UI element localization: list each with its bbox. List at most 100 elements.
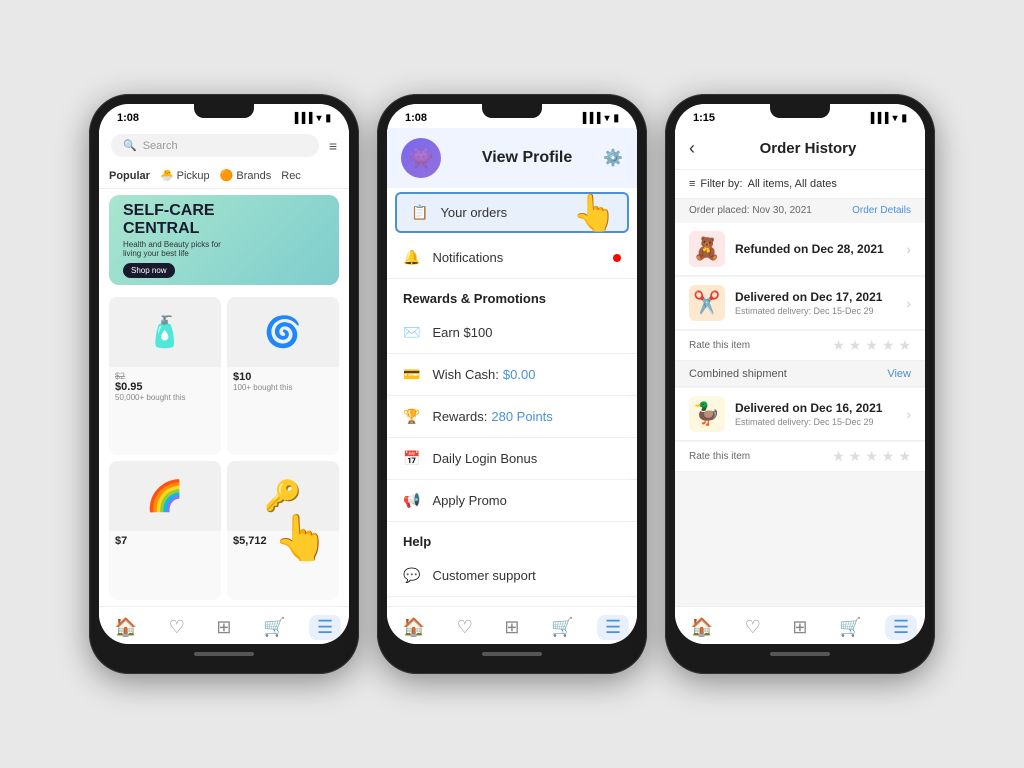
p3-main-content: ‹ Order History ≡ Filter by: All items, …	[675, 128, 925, 606]
cat-brands-icon: 🟠	[220, 169, 234, 182]
order-date-1: Order placed: Nov 30, 2021 Order Details	[675, 199, 925, 222]
login-bonus-icon: 📅	[403, 450, 420, 467]
nav-home-2[interactable]: 🏠	[395, 615, 433, 640]
wifi-icon-3: ▾	[892, 113, 897, 124]
nav-menu-2[interactable]: ☰	[597, 615, 629, 640]
nav-wishlist-2[interactable]: ♡	[449, 615, 481, 640]
nav-categories-1[interactable]: ⊞	[208, 615, 239, 640]
menu-item-faq[interactable]: ❓ Frequently asked questions	[387, 597, 637, 606]
orders-label: Your orders	[440, 205, 507, 220]
star-2-5[interactable]: ★	[898, 448, 911, 465]
filter-value[interactable]: All items, All dates	[748, 178, 837, 190]
cat-pickup[interactable]: 🐣 Pickup	[160, 169, 210, 182]
order-item-refunded[interactable]: 🧸 Refunded on Dec 28, 2021 ›	[675, 223, 925, 276]
order-item-dec16[interactable]: 🦆 Delivered on Dec 16, 2021 Estimated de…	[675, 388, 925, 441]
rate-label-2: Rate this item	[689, 451, 750, 462]
combined-view-link[interactable]: View	[887, 368, 911, 380]
menu-item-earn[interactable]: ✉️ Earn $100	[387, 312, 637, 354]
star-2-3[interactable]: ★	[865, 448, 878, 465]
nav-home-3[interactable]: 🏠	[683, 615, 721, 640]
help-section-title: Help	[387, 522, 637, 555]
support-icon: 💬	[403, 567, 420, 584]
menu-item-orders[interactable]: 📋 Your orders 👆	[395, 192, 629, 233]
search-input[interactable]: 🔍 Search	[111, 134, 319, 157]
cat-popular[interactable]: Popular	[109, 169, 150, 182]
filter-icon[interactable]: ≡	[329, 138, 337, 154]
combined-shipment-bar: Combined shipment View	[675, 362, 925, 387]
product-3-info: $7	[109, 531, 221, 551]
time-3: 1:15	[693, 112, 715, 124]
notifications-icon: 🔔	[403, 249, 420, 266]
nav-cart-3[interactable]: 🛒	[831, 615, 869, 640]
p1-main-content: 🔍 Search ≡ Popular 🐣 Pickup 🟠	[99, 128, 349, 606]
products-grid: 🧴 $2 $0.95 50,000+ bought this 🌀 $10 100…	[99, 291, 349, 606]
promo-banner[interactable]: SELF-CARECENTRAL Health and Beauty picks…	[109, 195, 339, 285]
nav-menu-1[interactable]: ☰	[309, 615, 341, 640]
cat-brands[interactable]: 🟠 Brands	[220, 169, 272, 182]
nav-menu-3[interactable]: ☰	[885, 615, 917, 640]
view-profile-label[interactable]: View Profile	[482, 149, 572, 167]
page-title: Order History	[705, 140, 911, 157]
menu-item-support[interactable]: 💬 Customer support	[387, 555, 637, 597]
gear-icon[interactable]: ⚙️	[603, 148, 623, 168]
notch-3	[770, 104, 830, 118]
search-icon: 🔍	[123, 139, 137, 152]
menu-item-login-bonus[interactable]: 📅 Daily Login Bonus	[387, 438, 637, 480]
chevron-1: ›	[906, 241, 911, 257]
profile-menu: 📋 Your orders 👆 🔔 Notifications Rewards …	[387, 188, 637, 606]
wifi-icon-2: ▾	[604, 113, 609, 124]
nav-cart-1[interactable]: 🛒	[255, 615, 293, 640]
nav-categories-3[interactable]: ⊞	[784, 615, 815, 640]
shop-now-button[interactable]: Shop now	[123, 263, 175, 278]
order-item-dec17[interactable]: ✂️ Delivered on Dec 17, 2021 Estimated d…	[675, 277, 925, 330]
phone-2: 1:08 ▐▐▐ ▾ ▮ 👾 View Profile ⚙️	[377, 94, 647, 674]
cat-rec[interactable]: Rec	[281, 169, 301, 182]
product-4-image: 🔑	[227, 461, 339, 531]
promo-label: Apply Promo	[432, 493, 506, 508]
menu-item-promo[interactable]: 📢 Apply Promo	[387, 480, 637, 522]
menu-item-rewards[interactable]: 🏆 Rewards: 280 Points	[387, 396, 637, 438]
search-bar: 🔍 Search ≡	[99, 128, 349, 163]
star-2-1[interactable]: ★	[832, 448, 845, 465]
avatar: 👾	[401, 138, 441, 178]
chevron-3: ›	[906, 406, 911, 422]
star-2-2[interactable]: ★	[849, 448, 862, 465]
search-placeholder: Search	[143, 140, 178, 152]
star-1-2[interactable]: ★	[849, 337, 862, 354]
product-1[interactable]: 🧴 $2 $0.95 50,000+ bought this	[109, 297, 221, 455]
product-4[interactable]: 🔑 $5,712	[227, 461, 339, 600]
order-details-link-1[interactable]: Order Details	[852, 205, 911, 216]
menu-item-notifications[interactable]: 🔔 Notifications	[387, 237, 637, 279]
cat-popular-label: Popular	[109, 170, 150, 182]
nav-wishlist-3[interactable]: ♡	[737, 615, 769, 640]
star-1-3[interactable]: ★	[865, 337, 878, 354]
bottom-nav-2: 🏠 ♡ ⊞ 🛒 ☰	[387, 606, 637, 644]
product-2[interactable]: 🌀 $10 100+ bought this	[227, 297, 339, 455]
order-est-2: Estimated delivery: Dec 15-Dec 29	[735, 306, 896, 316]
order-info-1: Refunded on Dec 28, 2021	[735, 242, 896, 256]
product-3[interactable]: 🌈 $7	[109, 461, 221, 600]
signal-icon-2: ▐▐▐	[579, 113, 600, 124]
nav-cart-2[interactable]: 🛒	[543, 615, 581, 640]
product-1-price: $0.95	[115, 381, 215, 393]
star-1-4[interactable]: ★	[882, 337, 895, 354]
phone-1: 1:08 ▐▐▐ ▾ ▮ 🔍 Search ≡	[89, 94, 359, 674]
star-1-5[interactable]: ★	[898, 337, 911, 354]
order-placed-1: Order placed: Nov 30, 2021	[689, 205, 812, 216]
nav-wishlist-1[interactable]: ♡	[161, 615, 193, 640]
star-1-1[interactable]: ★	[832, 337, 845, 354]
product-1-image: 🧴	[109, 297, 221, 367]
promo-icon: 📢	[403, 492, 420, 509]
banner-subtitle: Health and Beauty picks forliving your b…	[123, 240, 325, 258]
menu-item-wishcash[interactable]: 💳 Wish Cash: $0.00	[387, 354, 637, 396]
product-3-image: 🌈	[109, 461, 221, 531]
phone-3: 1:15 ▐▐▐ ▾ ▮ ‹ Order History ≡ Filter by…	[665, 94, 935, 674]
nav-home-1[interactable]: 🏠	[107, 615, 145, 640]
chevron-2: ›	[906, 295, 911, 311]
product-2-price: $10	[233, 371, 333, 383]
star-2-4[interactable]: ★	[882, 448, 895, 465]
wishcash-label: Wish Cash:	[432, 367, 498, 382]
battery-icon-1: ▮	[325, 113, 331, 124]
back-button[interactable]: ‹	[689, 138, 695, 159]
nav-categories-2[interactable]: ⊞	[496, 615, 527, 640]
